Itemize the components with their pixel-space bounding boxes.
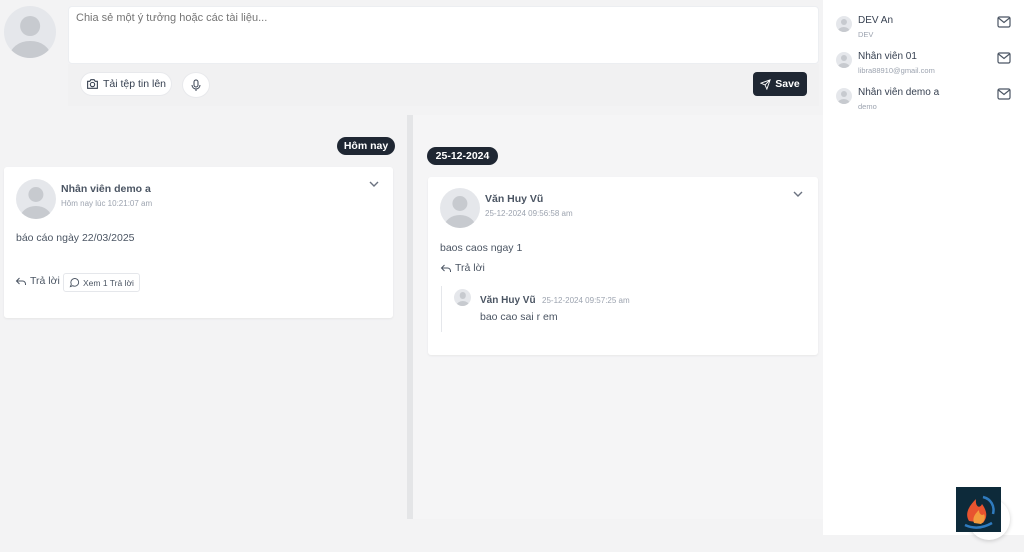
contact-item[interactable]: Nhân viên 01 libra88910@gmail.com [823,48,1024,80]
reply-label: Trả lời [30,275,60,287]
microphone-icon [191,79,201,91]
contact-avatar [836,16,852,32]
author-avatar [16,179,56,219]
contact-name: DEV An [858,15,894,26]
reply-header: Văn Huy Vũ 25-12-2024 09:57:25 am [480,290,630,308]
mail-icon[interactable] [997,16,1011,28]
camera-icon [87,79,98,89]
flame-logo-icon [964,495,995,529]
composer-input[interactable] [68,6,819,64]
mail-icon[interactable] [997,52,1011,64]
reply-body: bao cao sai r em [480,311,558,323]
reply-author: Văn Huy Vũ [480,295,536,306]
contact-name: Nhân viên 01 [858,51,917,62]
post-author: Văn Huy Vũ [485,193,544,205]
contact-subtitle: DEV [858,30,874,39]
contact-avatar [836,52,852,68]
upload-file-label: Tải tệp tin lên [102,78,167,90]
date-chip-today: Hôm nay [337,137,395,155]
upload-file-button[interactable]: Tải tệp tin lên [80,72,172,96]
post-author: Nhân viên demo a [61,183,151,195]
comment-icon [69,278,80,288]
author-avatar [440,188,480,228]
contact-item[interactable]: Nhân viên demo a demo [823,84,1024,116]
reply-icon [15,277,26,285]
reply-icon [440,264,451,272]
contact-subtitle: demo [858,102,877,111]
post-timestamp: 25-12-2024 09:56:58 am [485,209,573,218]
contact-avatar [836,88,852,104]
post-card: Nhân viên demo a Hôm nay lúc 10:21:07 am… [4,167,393,318]
contact-subtitle: libra88910@gmail.com [858,66,935,75]
reply-label: Trả lời [455,262,485,274]
microphone-button[interactable] [182,72,210,98]
post-timestamp: Hôm nay lúc 10:21:07 am [61,199,153,208]
save-label: Save [775,78,800,90]
reply-author-avatar [454,289,471,306]
contacts-sidebar: DEV An DEV Nhân viên 01 libra88910@gmail… [823,0,1024,535]
contact-name: Nhân viên demo a [858,87,940,98]
contact-item[interactable]: DEV An DEV [823,12,1024,44]
chevron-down-icon[interactable] [791,187,805,201]
brand-logo[interactable] [956,487,1001,532]
reply-button[interactable]: Trả lời [15,275,60,287]
date-chip-2024-12-25: 25-12-2024 [427,147,498,165]
chevron-down-icon[interactable] [367,177,381,191]
save-button[interactable]: Save [753,72,807,96]
reply-thread: Văn Huy Vũ 25-12-2024 09:57:25 am bao ca… [441,286,801,332]
view-replies-button[interactable]: Xem 1 Trả lời [63,273,140,292]
mail-icon[interactable] [997,88,1011,100]
post-body: baos caos ngay 1 [440,242,523,254]
composer-avatar [4,6,56,58]
reply-button[interactable]: Trả lời [440,262,485,274]
timeline-divider [407,115,413,519]
composer-toolbar: Tải tệp tin lên Save [68,64,819,106]
post-card: Văn Huy Vũ 25-12-2024 09:56:58 am baos c… [428,177,818,355]
view-replies-label: Xem 1 Trả lời [83,277,134,288]
reply-timestamp: 25-12-2024 09:57:25 am [542,296,630,305]
send-icon [760,78,772,90]
post-body: báo cáo ngày 22/03/2025 [16,232,135,244]
